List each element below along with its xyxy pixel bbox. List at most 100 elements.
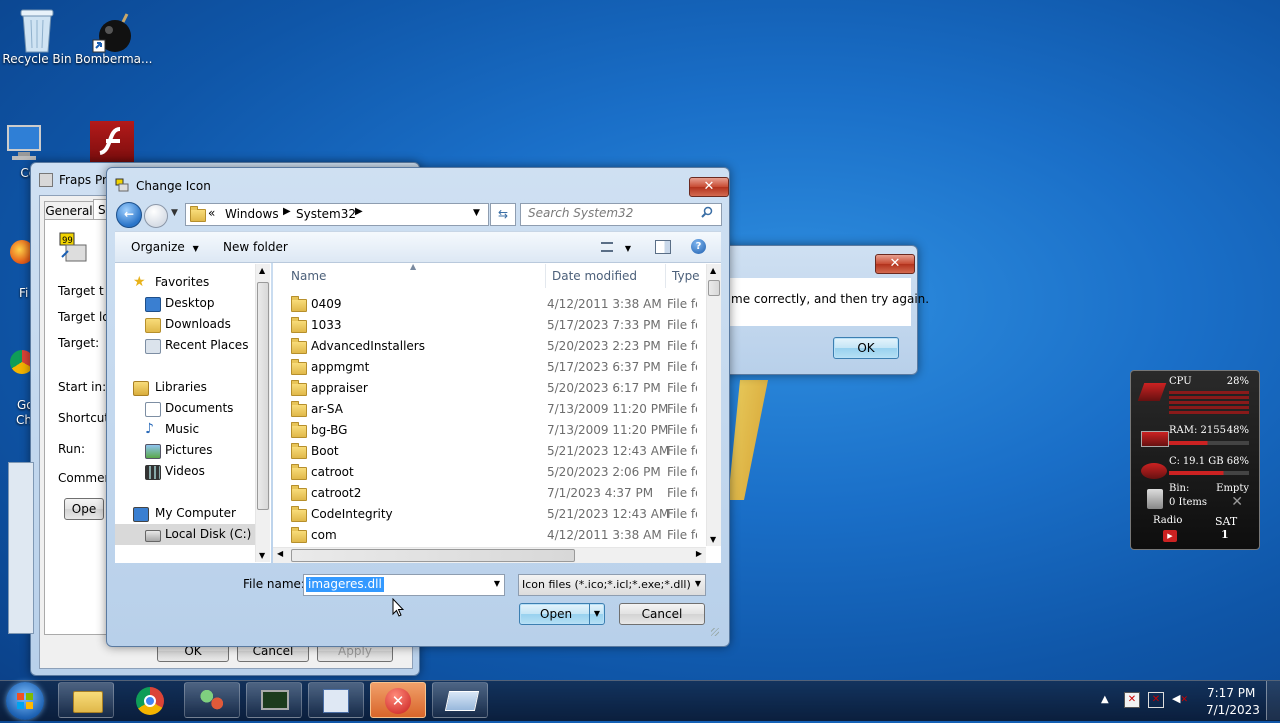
nav-desktop[interactable]: Desktop (115, 293, 255, 314)
nav-pictures[interactable]: Pictures (115, 440, 255, 461)
scrollbar-thumb[interactable] (291, 549, 575, 562)
volume-muted-icon[interactable]: ◀✕ (1172, 692, 1188, 708)
search-input[interactable]: Search System32 (528, 206, 633, 220)
resize-grip[interactable] (711, 628, 719, 636)
file-row[interactable]: Boot 5/21/2023 12:43 AMFile fol (273, 441, 697, 462)
close-button[interactable]: ✕ (689, 177, 729, 197)
chevron-down-icon[interactable]: ▼ (494, 579, 500, 588)
column-header-name[interactable]: Name (291, 269, 326, 283)
column-header-date-modified[interactable]: Date modified (552, 269, 637, 283)
file-name: catroot2 (311, 486, 362, 500)
view-options-button[interactable]: ▼ (601, 240, 633, 254)
taskbar-error-app[interactable]: ✕ (370, 682, 426, 718)
file-name-input[interactable]: imageres.dll ▼ (303, 574, 505, 596)
scrollbar-thumb[interactable] (257, 282, 269, 510)
nav-favorites[interactable]: ★ Favorites (115, 272, 255, 293)
scroll-up-icon[interactable]: ▲ (259, 266, 265, 275)
action-center-icon[interactable]: ✕ (1124, 692, 1140, 708)
change-icon-dialog[interactable]: Change Icon ✕ ← ▼ « Windows ▶ System32 ▶… (106, 167, 730, 647)
file-name: bg-BG (311, 423, 348, 437)
file-row[interactable]: ar-SA 7/13/2009 11:20 PMFile fol (273, 399, 697, 420)
scroll-right-icon[interactable]: ▶ (696, 549, 702, 558)
file-date: 4/12/2011 3:38 AM (547, 528, 662, 542)
address-folder-icon (190, 206, 206, 222)
folder-icon (291, 317, 307, 333)
system-monitor-gadget[interactable]: CPU 28% RAM: 2155 48% C: 19.1 GB 68% Bin… (1130, 370, 1260, 550)
window-icon (39, 173, 53, 187)
forward-button[interactable] (144, 204, 168, 228)
column-divider[interactable] (665, 264, 666, 288)
file-row[interactable]: AdvancedInstallers 5/20/2023 2:23 PM File … (273, 336, 697, 357)
desktop-icon-recycle-bin[interactable]: Recycle Bin (1, 8, 73, 66)
nav-my-computer[interactable]: My Computer (115, 503, 255, 524)
file-row[interactable]: catroot2 7/1/2023 4:37 PM File fol (273, 483, 697, 504)
arrow-left-icon: ← (123, 207, 135, 221)
breadcrumb-overflow[interactable]: « (208, 206, 215, 220)
scrollbar-thumb[interactable] (708, 280, 720, 296)
file-type-select[interactable]: Icon files (*.ico;*.icl;*.exe;*.dll) ▼ (518, 574, 706, 596)
clock-date[interactable]: 7/1/2023 (1206, 703, 1260, 717)
preview-pane-button[interactable] (655, 240, 671, 254)
taskbar-control-panel[interactable] (308, 682, 364, 718)
navigation-scrollbar[interactable]: ▲ ▼ (255, 264, 270, 562)
nav-documents[interactable]: Documents (115, 398, 255, 419)
file-row[interactable]: bg-BG 7/13/2009 11:20 PMFile fol (273, 420, 697, 441)
open-button[interactable]: Open ▼ (519, 603, 605, 625)
chrome-icon (136, 687, 164, 715)
taskbar-network-tool[interactable] (184, 682, 240, 718)
split-dropdown[interactable]: ▼ (589, 604, 604, 624)
nav-music[interactable]: ♪ Music (115, 419, 255, 440)
taskbar-chrome[interactable] (122, 682, 178, 718)
nav-downloads[interactable]: Downloads (115, 314, 255, 335)
network-icon[interactable]: ✕ (1148, 692, 1164, 708)
new-folder-button[interactable]: New folder (223, 240, 288, 254)
scroll-down-icon[interactable]: ▼ (259, 551, 265, 560)
taskbar-explorer[interactable] (58, 682, 114, 718)
taskbar-fraps[interactable] (432, 682, 488, 718)
address-dropdown[interactable]: ▼ (473, 208, 480, 218)
show-desktop-button[interactable] (1266, 681, 1280, 720)
file-list-vertical-scrollbar[interactable]: ▲ ▼ (706, 264, 721, 546)
error-message-window[interactable]: ✕ me correctly, and then try again. OK (716, 245, 929, 375)
file-row[interactable]: appmgmt 5/17/2023 6:37 PM File fol (273, 357, 697, 378)
clock-time[interactable]: 7:17 PM (1207, 686, 1255, 700)
windows-logo-icon (17, 693, 33, 709)
file-row[interactable]: com 4/12/2011 3:38 AM File fol (273, 525, 697, 546)
scroll-down-icon[interactable]: ▼ (710, 535, 716, 544)
ok-button[interactable]: OK (833, 337, 899, 359)
organize-menu[interactable]: Organize ▼ (131, 240, 199, 254)
file-row[interactable]: 0409 4/12/2011 3:38 AM File fol (273, 294, 697, 315)
taskbar-app-monitor[interactable] (246, 682, 302, 718)
file-name: appraiser (311, 381, 368, 395)
play-icon[interactable]: ▶ (1163, 530, 1177, 542)
back-button[interactable]: ← (116, 202, 142, 228)
file-row[interactable]: 1033 5/17/2023 7:33 PM File fol (273, 315, 697, 336)
scroll-left-icon[interactable]: ◀ (277, 549, 283, 558)
file-list-horizontal-scrollbar[interactable]: ◀ ▶ (273, 547, 706, 563)
show-hidden-icons-icon[interactable]: ▲ (1101, 694, 1109, 705)
breadcrumb-system32[interactable]: System32 (296, 207, 356, 221)
recent-pages-dropdown[interactable]: ▼ (171, 208, 178, 218)
refresh-button[interactable]: ⇆ (490, 203, 516, 226)
column-divider[interactable] (545, 264, 546, 288)
flash-icon[interactable] (90, 121, 134, 163)
tab-general[interactable]: General (44, 201, 94, 220)
breadcrumb-windows[interactable]: Windows (225, 207, 279, 221)
desktop-icon-bomberman[interactable]: Bomberma... (75, 8, 152, 66)
nav-local-disk[interactable]: Local Disk (C:) (115, 524, 263, 545)
open-file-location-button[interactable]: Ope (64, 498, 104, 520)
nav-libraries[interactable]: Libraries (115, 377, 255, 398)
nav-recent-places[interactable]: Recent Places (115, 335, 255, 356)
nav-videos[interactable]: Videos (115, 461, 255, 482)
help-icon[interactable]: ? (691, 239, 706, 254)
start-button[interactable] (6, 682, 44, 720)
file-row[interactable]: CodeIntegrity 5/21/2023 12:43 AMFile fol (273, 504, 697, 525)
cancel-button[interactable]: Cancel (619, 603, 705, 625)
scroll-up-icon[interactable]: ▲ (710, 266, 716, 275)
column-header-type[interactable]: Type (672, 269, 700, 283)
file-row[interactable]: catroot 5/20/2023 2:06 PM File fol (273, 462, 697, 483)
close-button[interactable]: ✕ (875, 254, 915, 274)
music-icon: ♪ (145, 421, 154, 437)
file-row[interactable]: appraiser 5/20/2023 6:17 PM File fol (273, 378, 697, 399)
empty-bin-icon[interactable]: ✕ (1231, 494, 1243, 510)
